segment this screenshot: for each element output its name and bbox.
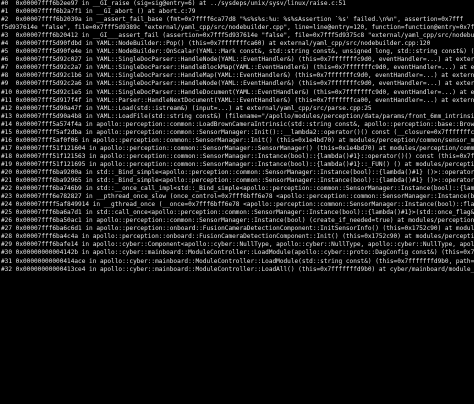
backtrace-line: [1, 394, 474, 402]
backtrace-line: #15 0x00007ffff5af2dba in apollo::percep…: [1, 128, 474, 136]
backtrace-line: [1, 306, 474, 314]
backtrace-line: [1, 314, 474, 322]
backtrace-line: f5d937614e "false", file=0x7fff5d9389c "…: [1, 24, 474, 32]
backtrace-line: #18 0x00007fff51f121563 in apollo::perce…: [1, 152, 474, 160]
backtrace-line: #11 0x00007fff5d917f4f in YAML::Parser::…: [1, 96, 474, 104]
backtrace-line: #22 0x00007fff6ba746b9 in std::__once_ca…: [1, 185, 474, 193]
backtrace-line: #10 0x00007fff5d92c1e5 in YAML::SingleDo…: [1, 88, 474, 96]
backtrace-line: #2 0x00007ffff6b2039a in __assert_fail_b…: [1, 16, 464, 24]
backtrace-line: #4 0x00007fff5d90fdbd in YAML::NodeBuild…: [1, 40, 431, 48]
backtrace-line: #25 0x00007fff6ba6a7d1 in std::call_once…: [1, 209, 474, 217]
backtrace-line: [1, 378, 474, 386]
backtrace-line: [1, 274, 474, 282]
backtrace-line: #21 0x00007fff6ba92965 in std::_Bind_sim…: [1, 177, 474, 185]
backtrace-line: #13 0x00007fff5d90a4b8 in YAML::LoadFile…: [1, 112, 474, 120]
backtrace-line: [1, 338, 474, 346]
backtrace-line: #20 0x00007fff6ba9200a in std::_Bind_sim…: [1, 168, 474, 176]
backtrace-line: #27 0x00007fff6ba6c6d1 in apollo::percep…: [1, 225, 474, 233]
backtrace-line: #19 0x00007fff51f121695 in apollo::perce…: [1, 160, 474, 168]
terminal-window[interactable]: #0 0x00007fff6b2ee97 in __GI_raise (sig=…: [0, 0, 474, 404]
backtrace-line: [1, 354, 474, 362]
backtrace-line: [1, 282, 474, 290]
backtrace-line: #1 0x00007ffff6b2a7f1 in __GI_abort () a…: [1, 8, 196, 16]
backtrace-line: #23 0x00007fff6e782827 in __pthread_once…: [1, 193, 474, 201]
backtrace-line: #6 0x00007fff5d92c027 in YAML::SingleDoc…: [1, 56, 474, 64]
backtrace-line: #16 0x00007fff5af0f06 in apollo::percept…: [1, 136, 474, 144]
backtrace-line: #30 0x00000000004142b in apollo::cyber::…: [1, 249, 474, 257]
backtrace-line: #24 0x00007ffff5af849914 in __gthread_on…: [1, 201, 474, 209]
backtrace-line: #12 0x00007fff5d90a47f in YAML::Load(std…: [1, 104, 372, 112]
backtrace-line: [1, 330, 474, 338]
backtrace-line: #17 0x00007fff51f121604 in apollo::perce…: [1, 144, 474, 152]
backtrace-line: #9 0x00007fff5d92c2a6 in YAML::SingleDoc…: [1, 80, 474, 88]
backtrace-line: #31 0x00000000000414ace in apollo::cyber…: [1, 257, 474, 265]
backtrace-line: [1, 386, 474, 394]
backtrace-line: #29 0x00007fff6bafe14 in apollo::cyber::…: [1, 241, 474, 249]
backtrace-line: [1, 290, 474, 298]
backtrace-line: #7 0x00007fff5d92c2a7 in YAML::SingleDoc…: [1, 64, 474, 72]
backtrace-line: #3 0x00007fff6b20412 in __GI___assert_fa…: [1, 32, 474, 40]
backtrace-line: #14 0x00007fff5a574f4a in apollo::percep…: [1, 120, 474, 128]
backtrace-line: [1, 298, 474, 306]
backtrace-line: #8 0x00007fff5d92c1b6 in YAML::SingleDoc…: [1, 72, 474, 80]
backtrace-line: #5 0x00007fff5d90fe4e in YAML::NodeBuild…: [1, 48, 474, 56]
backtrace-line: [1, 322, 474, 330]
backtrace-line: [1, 346, 474, 354]
backtrace-line: [1, 362, 474, 370]
backtrace-line: #26 0x00007fff6ba50ac1 in apollo::percep…: [1, 217, 474, 225]
backtrace-line: #28 0x00007fff6ba4c4a in apollo::percept…: [1, 233, 474, 241]
backtrace-line: [1, 370, 474, 378]
backtrace-line: #0 0x00007fff6b2ee97 in __GI_raise (sig=…: [1, 0, 346, 7]
backtrace-line: #32 0x00000000000413ce4 in apollo::cyber…: [1, 265, 474, 273]
